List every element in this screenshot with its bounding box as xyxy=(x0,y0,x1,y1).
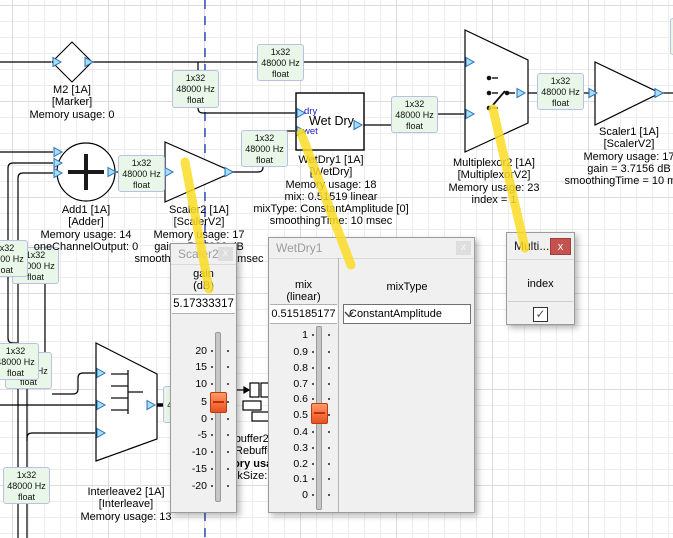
gain-value-field[interactable]: 5.17333317 xyxy=(172,294,235,314)
close-icon[interactable]: x xyxy=(218,247,233,261)
tick-label: 0.7 xyxy=(269,378,308,390)
add1-adder-block[interactable] xyxy=(57,143,115,201)
tick-label: 0.1 xyxy=(269,473,308,485)
chevron-down-icon xyxy=(344,311,354,318)
mix-param-header: mix(linear) xyxy=(269,279,338,303)
multiplexor2-label: Multiplexor2 [1A][MultiplexorV2]Memory u… xyxy=(448,157,539,206)
tick-label: 0.4 xyxy=(269,426,308,438)
scaler2-block[interactable] xyxy=(165,142,233,202)
gain-param-header: gain(dB) xyxy=(171,268,236,292)
output-port-icon xyxy=(225,168,233,177)
signal-format-badge: 1x3248000 Hzfloat xyxy=(3,467,50,504)
signal-format-badge: 1x3248000 Hzfloat xyxy=(257,44,304,81)
scaler1-label: Scaler1 [1A][ScalerV2]Memory usage: 17ga… xyxy=(565,126,673,187)
mix-value-field[interactable]: 0.515185177 xyxy=(270,304,337,324)
scaler2-window-titlebar[interactable]: Scaler2 x xyxy=(171,244,236,265)
column-separator xyxy=(338,258,339,512)
window-title: Scaler2 xyxy=(178,247,219,261)
tick-label: 0.9 xyxy=(269,346,308,358)
tick-label: 10 xyxy=(171,378,207,390)
m2-label: M2 [1A][Marker]Memory usage: 0 xyxy=(30,84,115,121)
mixtype-param-header: mixType xyxy=(338,281,476,293)
tick-label: -5 xyxy=(171,429,207,441)
mixtype-dropdown[interactable]: ConstantAmplitude xyxy=(343,304,471,324)
wetdry1-window[interactable]: WetDry1 x mix(linear) 0.515185177 1 0.9 … xyxy=(268,237,475,513)
scaler2-window[interactable]: Scaler2 x gain(dB) 5.17333317 20 15 10 5… xyxy=(170,243,237,513)
tick-label: 0.5 xyxy=(269,409,308,421)
tick-label: 5 xyxy=(171,396,207,408)
row-separator xyxy=(508,301,573,302)
window-title: WetDry1 xyxy=(276,241,322,255)
tick-label: 0.8 xyxy=(269,362,308,374)
tick-label: 0 xyxy=(269,489,308,501)
output-port-icon xyxy=(655,89,663,98)
signal-format-badge: 1x3248000 Hzfloat xyxy=(118,155,165,192)
patch-canvas[interactable]: 1x3248000 Hzfloat 1x3248000 Hzfloat 1x32… xyxy=(0,0,673,538)
signal-format-badge: 1x3248000 Hzfloat xyxy=(0,343,39,380)
wetdry1-window-titlebar[interactable]: WetDry1 x xyxy=(269,238,474,259)
tick-label: 1 xyxy=(269,329,308,341)
signal-format-badge: 1x3248000 Hzfloat xyxy=(0,240,28,277)
slider-handle[interactable] xyxy=(210,392,227,413)
tick-label: -15 xyxy=(171,463,207,475)
add1-label: Add1 [1A][Adder]Memory usage: 14oneChann… xyxy=(34,204,139,253)
interleave2-label: Interleave2 [1A][Interleave]Memory usage… xyxy=(80,486,171,523)
slider-handle[interactable] xyxy=(311,403,328,424)
multiplexor2-window[interactable]: Multi... x index ✓ xyxy=(506,232,575,325)
tick-label: 0.6 xyxy=(269,393,308,405)
signal-format-badge: 1x3248000 Hzfloat xyxy=(172,70,219,108)
wetdry1-label: WetDry1 [1A][WetDry]Memory usage: 18mix:… xyxy=(253,154,408,228)
mixtype-selected-value: ConstantAmplitude xyxy=(349,308,442,320)
tick-label: 0 xyxy=(171,413,207,425)
close-icon[interactable]: x xyxy=(456,241,471,255)
signal-format-badge: 1x3248000 Hzfloat xyxy=(391,96,438,133)
tick-label: 0.3 xyxy=(269,442,308,454)
tick-label: 20 xyxy=(171,345,207,357)
signal-format-badge: 1x3248000 Hzfloat xyxy=(537,73,584,110)
tick-label: -10 xyxy=(171,446,207,458)
multiplexor2-window-titlebar[interactable]: Multi... x xyxy=(507,233,574,260)
close-icon[interactable]: x xyxy=(550,238,571,255)
index-param-header: index xyxy=(507,278,574,290)
tick-label: -20 xyxy=(171,480,207,492)
wetdry-wet-port-label: wet xyxy=(303,126,318,137)
input-port-icon xyxy=(54,148,62,157)
tick-label: 0.2 xyxy=(269,458,308,470)
tick-label: 15 xyxy=(171,361,207,373)
index-checkbox[interactable]: ✓ xyxy=(533,307,548,322)
window-title: Multi... xyxy=(514,239,549,253)
scaler1-block[interactable] xyxy=(595,62,660,125)
